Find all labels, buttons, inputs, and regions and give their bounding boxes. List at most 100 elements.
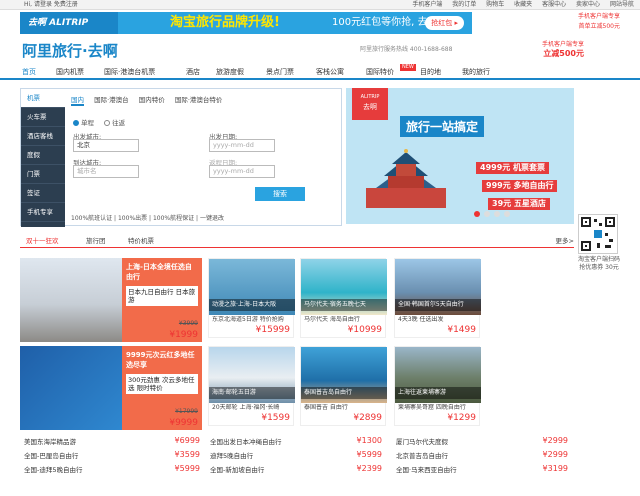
list-item-price: ¥2999 xyxy=(542,436,568,445)
nav-hotels[interactable]: 酒店 xyxy=(186,64,200,80)
more-link[interactable]: 更多> xyxy=(556,234,574,248)
deal-caption: 上海往返柬埔寨游 xyxy=(395,387,481,399)
top-link-mobile[interactable]: 手机客户端 xyxy=(412,1,442,8)
list-item-price: ¥5999 xyxy=(174,464,200,473)
to-city-input[interactable]: 城市名 xyxy=(73,165,139,178)
feature-headline-25: 9999元次云红多地任选尽享 xyxy=(126,351,195,369)
deal-caption: 海南·邮轮五日游 xyxy=(209,387,295,399)
side-tab-hotels[interactable]: 酒店客栈 xyxy=(21,127,65,146)
oneway-radio[interactable] xyxy=(73,120,79,126)
side-tab-visa[interactable]: 签证 xyxy=(21,184,65,203)
list-item[interactable]: 全国-迪拜5晚自由行 ¥5999 xyxy=(24,464,200,478)
top-link-service[interactable]: 客服中心 xyxy=(542,1,566,8)
promo-banner[interactable]: 去啊 ALITRIP 淘宝旅行品牌升级! 100元红包等你抢, 去啊! 抢红包 … xyxy=(20,12,472,34)
top-link-favorites[interactable]: 收藏夹 xyxy=(514,1,532,8)
qr-code-image xyxy=(581,217,615,251)
list-item[interactable]: 北京普吉岛自由行 ¥2999 xyxy=(396,450,568,464)
nav-my-travel[interactable]: 我的旅行 xyxy=(462,64,490,80)
list-item[interactable]: 全国·马来西亚自由行 ¥3199 xyxy=(396,464,568,478)
nav-home[interactable]: 首页 xyxy=(22,64,36,80)
site-logo[interactable]: 阿里旅行·去啊 xyxy=(22,40,118,61)
side-tab-tickets[interactable]: 门票 xyxy=(21,165,65,184)
nav-vacation[interactable]: 旅游度假 xyxy=(216,64,244,80)
top-link-orders[interactable]: 我的订单 xyxy=(452,1,476,8)
carousel-dot-1[interactable] xyxy=(474,211,480,217)
hotline: 阿里旅行服务热线 400-1688-688 xyxy=(360,46,453,53)
deal-card[interactable]: 泰国普吉岛自由行 泰国普吉 自由行 ¥2899 xyxy=(300,346,387,426)
sub-tab-intl[interactable]: 国际·港澳台 xyxy=(94,96,129,104)
tab-double11[interactable]: 双十一狂欢 xyxy=(26,234,59,248)
list-item-price: ¥1300 xyxy=(356,436,382,445)
deal-caption: 马尔代夫·宿务五晚七天 xyxy=(301,299,387,311)
search-button[interactable]: 搜索 xyxy=(255,187,305,201)
deal-card[interactable]: 上海往返柬埔寨游 柬埔寨吴哥窟 四晚自由行 ¥1299 xyxy=(394,346,481,426)
sub-tab-domestic-deals[interactable]: 国内特价 xyxy=(139,96,165,104)
feature-card-25[interactable]: 9999元次云红多地任选尽享 300元劲惠 次云多地任选 限时特价 ¥17999… xyxy=(20,346,202,430)
banner-tag: ALITRIP 去啊 xyxy=(352,88,388,120)
nav-domestic-flights[interactable]: 国内机票 xyxy=(56,64,84,80)
feature-side-25: 9999元次云红多地任选尽享 300元劲惠 次云多地任选 限时特价 ¥17999… xyxy=(122,346,202,430)
login-links[interactable]: Hi, 请登录 免费注册 xyxy=(24,0,78,10)
list-item-price: ¥6999 xyxy=(174,436,200,445)
list-item[interactable]: 全国-新加坡自由行 ¥2399 xyxy=(210,464,382,478)
feature-price-25: ¥9999 xyxy=(169,418,198,428)
top-link-seller[interactable]: 卖家中心 xyxy=(576,1,600,8)
side-tab-mobile[interactable]: 手机专享 xyxy=(21,203,65,222)
trip-type: 单程 往返 xyxy=(73,117,125,127)
hero-banner[interactable]: ALITRIP 去啊 旅行一站搞定 4999元 机票套票 999元 多地自由行 … xyxy=(346,88,574,224)
depart-date-input[interactable]: yyyy-mm-dd xyxy=(209,139,275,152)
round-label: 往返 xyxy=(112,119,126,127)
deal-card[interactable]: 海南·邮轮五日游 20天邮轮 上海·福冈·长崎 ¥1599 xyxy=(208,346,295,426)
top-link-sitemap[interactable]: 网站导航 xyxy=(610,1,634,8)
qr-caption: 淘宝客户端扫码 抢优惠券 30元 xyxy=(577,256,620,271)
banner-offer-2[interactable]: 999元 多地自由行 xyxy=(482,180,558,192)
nav-destinations[interactable]: 目的地 xyxy=(420,64,441,80)
deal-card[interactable]: 动漫之旅·上海-日本大阪 东京北海道5日游 特价抢购 ¥15999 xyxy=(208,258,295,338)
search-side-tabs: 机票 火车票 酒店客栈 度假 门票 签证 手机专享 xyxy=(21,89,65,227)
feature-desc-japan: 日本九日自由行 日本旅游 xyxy=(126,286,198,306)
qr-code xyxy=(578,214,618,254)
deal-list-left: 美国东海岸精品游 ¥6999 全国-巴厘岛自由行 ¥3599 全国-迪拜5晚自由行 ¥… xyxy=(24,436,200,478)
new-badge: NEW xyxy=(400,64,416,71)
oneway-label: 单程 xyxy=(81,119,94,127)
from-city-input[interactable]: 北京 xyxy=(73,139,139,152)
deal-price: ¥10999 xyxy=(347,325,382,335)
nav-intl-deals[interactable]: 国际特价 xyxy=(366,64,394,80)
banner-offer-1[interactable]: 4999元 机票套票 xyxy=(476,162,550,174)
deal-card[interactable]: 全国·韩国首尔5天自由行 4天3晚 任选出发 ¥1499 xyxy=(394,258,481,338)
top-bar: Hi, 请登录 免费注册 手机客户端 我的订单 购物车 收藏夹 客服中心 卖家中… xyxy=(0,0,640,10)
return-date-input[interactable]: yyyy-mm-dd xyxy=(209,165,275,178)
app-ad-top[interactable]: 手机客户端专享 首单立减500元 xyxy=(500,12,620,34)
sub-tab-domestic[interactable]: 国内 xyxy=(71,96,84,106)
list-item-price: ¥5999 xyxy=(356,450,382,459)
feature-price-japan: ¥1999 xyxy=(169,330,198,340)
deal-price: ¥1599 xyxy=(261,413,290,423)
side-tab-vacation[interactable]: 度假 xyxy=(21,146,65,165)
nav-intl-flights[interactable]: 国际·港澳台机票 xyxy=(104,64,155,80)
list-item[interactable]: 全国-巴厘岛自由行 ¥3599 xyxy=(24,450,200,464)
sub-tab-intl-deals[interactable]: 国际·港澳台特价 xyxy=(175,96,223,104)
top-link-cart[interactable]: 购物车 xyxy=(486,1,504,8)
tab-cheap-flights[interactable]: 特价机票 xyxy=(128,234,154,248)
list-item[interactable]: 厦门马尔代夫度假 ¥2999 xyxy=(396,436,568,450)
nav-inns[interactable]: 客栈公寓 xyxy=(316,64,344,80)
app-promo[interactable]: 手机客户端专享 立减500元 xyxy=(512,40,584,58)
list-item[interactable]: 迪拜5晚自由行 ¥5999 xyxy=(210,450,382,464)
carousel-dot-4[interactable] xyxy=(504,211,510,217)
side-tab-trains[interactable]: 火车票 xyxy=(21,108,65,127)
tab-tours[interactable]: 旅行团 xyxy=(86,234,106,248)
round-radio[interactable] xyxy=(104,120,111,126)
alitrip-logo: 去啊 ALITRIP xyxy=(20,12,118,34)
deal-card[interactable]: 马尔代夫·宿务五晚七天 马尔代夫 海岛自由行 ¥10999 xyxy=(300,258,387,338)
carousel-dot-2[interactable] xyxy=(484,211,490,217)
list-item[interactable]: 美国东海岸精品游 ¥6999 xyxy=(24,436,200,450)
side-tab-flights[interactable]: 机票 xyxy=(21,89,65,108)
grab-redpacket-button[interactable]: 抢红包 ▸ xyxy=(425,16,464,30)
list-item[interactable]: 全国出发日本冲绳自由行 ¥1300 xyxy=(210,436,382,450)
carousel-dot-3[interactable] xyxy=(494,211,500,217)
top-links: 手机客户端 我的订单 购物车 收藏夹 客服中心 卖家中心 网站导航 xyxy=(404,0,634,10)
feature-card-japan[interactable]: 上海-日本全境任选自由行 日本九日自由行 日本旅游 ¥3999 ¥1999 xyxy=(20,258,202,342)
feature-image-25 xyxy=(20,346,122,430)
nav-tickets[interactable]: 景点门票 xyxy=(266,64,294,80)
banner-offer-3[interactable]: 39元 五星酒店 xyxy=(488,198,550,210)
